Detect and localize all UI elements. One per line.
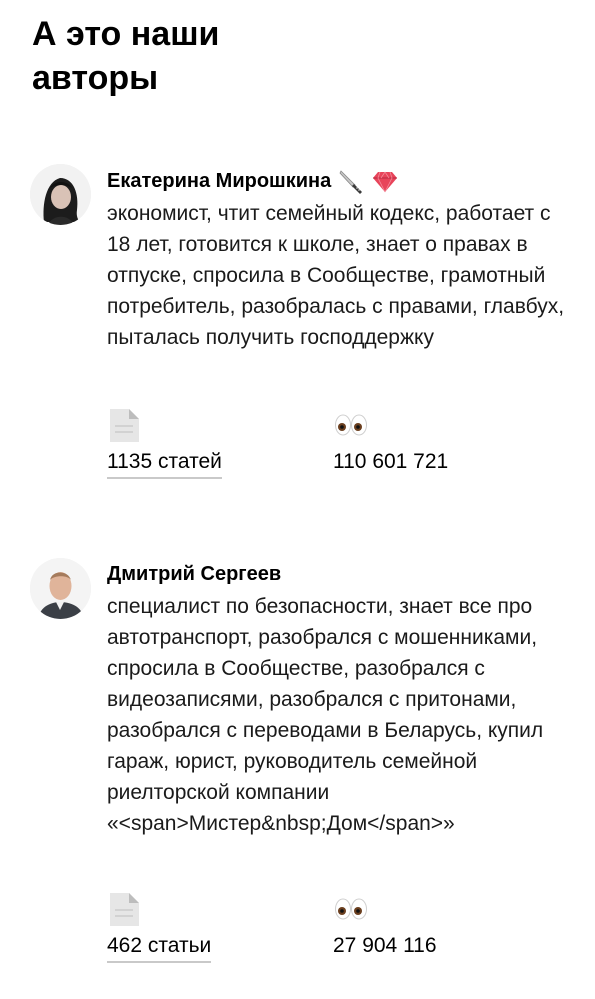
eyes-icon	[333, 407, 369, 443]
views-count: 27 904 116	[333, 934, 437, 957]
author-avatar[interactable]	[30, 558, 91, 619]
author-bio: специалист по безопасности, знает все пр…	[107, 595, 544, 835]
author-name[interactable]: Дмитрий Сергеев	[107, 563, 281, 586]
knife-icon	[337, 167, 365, 195]
author-name[interactable]: Екатерина Мирошкина	[107, 170, 331, 193]
document-icon	[107, 891, 143, 927]
gem-icon	[371, 167, 399, 195]
views-stat: 110 601 721	[333, 407, 448, 473]
articles-stat: 462 статьи	[107, 891, 212, 963]
eyes-icon	[333, 891, 369, 927]
articles-count-link[interactable]: 1135 статей	[107, 450, 222, 479]
articles-count-link[interactable]: 462 статьи	[107, 934, 212, 963]
views-stat: 27 904 116	[333, 891, 437, 957]
page-title: А это наши авторы	[32, 15, 220, 97]
views-count: 110 601 721	[333, 450, 449, 473]
author-bio: экономист, чтит семейный кодекс, работае…	[107, 202, 565, 349]
avatar-photo-icon	[30, 558, 91, 619]
document-icon	[107, 407, 143, 443]
articles-stat: 1135 статей	[107, 407, 222, 479]
avatar-photo-icon	[30, 164, 91, 225]
author-avatar[interactable]	[30, 164, 91, 225]
